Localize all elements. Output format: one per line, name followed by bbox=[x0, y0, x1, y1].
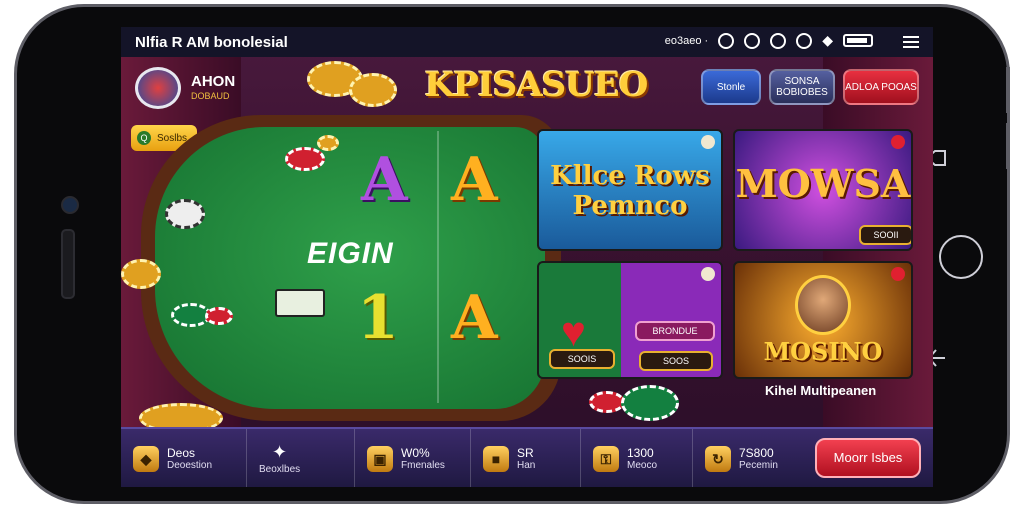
tile-4-title: MOSINO bbox=[763, 337, 883, 366]
bottom-item-3[interactable]: ■ SR Han bbox=[471, 429, 581, 487]
refresh-icon: ↻ bbox=[705, 446, 731, 472]
shop-button-label: Stonle bbox=[716, 81, 746, 93]
bag-icon: ▣ bbox=[367, 446, 393, 472]
status-title: Nlfia R AM bonolesial bbox=[135, 33, 288, 51]
game-tile-2[interactable]: MOWSA SOOII bbox=[733, 129, 913, 251]
tile-3-button-2[interactable]: SOOS bbox=[639, 351, 713, 371]
key-icon: ⚿ bbox=[593, 446, 619, 472]
speaker-grille bbox=[61, 229, 75, 299]
status-bar: Nlfia R AM bonolesial eo3aeo · ◆ bbox=[121, 27, 933, 57]
chip-gold bbox=[317, 135, 339, 151]
game-title: KPISASUEO bbox=[424, 65, 649, 105]
bottom-item-3-value: SR bbox=[517, 445, 534, 460]
lock-icon bbox=[796, 32, 813, 49]
chip-green-bottom bbox=[621, 385, 679, 421]
logo-text: AHON bbox=[191, 73, 236, 90]
tile-caption: Kihel Multipeanen bbox=[765, 383, 877, 398]
chip-stack-white bbox=[165, 199, 205, 229]
bottom-item-0[interactable]: ◆ Deos Deoestion bbox=[121, 429, 247, 487]
shield-icon bbox=[770, 32, 787, 49]
table-divider bbox=[437, 131, 439, 403]
home-nav-button[interactable] bbox=[939, 235, 983, 279]
bonus-button-label: SONSA BOBIOBES bbox=[776, 76, 828, 98]
game-screen: Nlfia R AM bonolesial eo3aeo · ◆ AHON DO… bbox=[121, 27, 933, 487]
box-icon: ■ bbox=[483, 446, 509, 472]
bottom-item-2-value: W0% bbox=[401, 445, 430, 460]
coin-icon: Q bbox=[137, 131, 151, 145]
tile-1-title: Kllce Rows Pemnco bbox=[550, 161, 710, 221]
bottom-item-2-sub: Fmenales bbox=[401, 460, 445, 472]
tile-3-sub: BRONDUE bbox=[635, 321, 715, 341]
tile-1-badge bbox=[701, 135, 715, 149]
status-text: eo3aeo · bbox=[664, 34, 709, 47]
table-label: EIGIN bbox=[307, 237, 394, 270]
chip-stack-gold bbox=[121, 259, 161, 289]
bottom-item-2[interactable]: ▣ W0% Fmenales bbox=[355, 429, 471, 487]
bottom-item-3-sub: Han bbox=[517, 460, 536, 472]
tile-3-badge bbox=[701, 267, 715, 281]
bottom-item-1-sub: Beoxlbes bbox=[259, 463, 301, 475]
logo-subtext: DOBAUD bbox=[191, 91, 230, 101]
wifi-icon bbox=[718, 32, 735, 49]
battery-icon bbox=[843, 34, 873, 47]
tile-2-title: MOWSA bbox=[735, 161, 911, 206]
status-icons: eo3aeo · ◆ bbox=[665, 32, 873, 49]
bottom-item-5-sub: Pecemin bbox=[739, 460, 778, 472]
power-button bbox=[1006, 123, 1010, 169]
table-card-one[interactable]: 1 bbox=[357, 283, 399, 353]
rewards-button-label: ADLOA POOAS bbox=[845, 81, 917, 93]
table-card-a-bottom[interactable]: A bbox=[451, 283, 498, 353]
logo-badge[interactable] bbox=[135, 67, 181, 109]
game-tile-3[interactable]: ♥ SOOIS BRONDUE SOOS bbox=[537, 261, 723, 379]
avatar bbox=[795, 275, 851, 335]
bottom-item-5[interactable]: ↻ 7S800 Pecemin bbox=[693, 429, 805, 487]
tile-3-button[interactable]: SOOIS bbox=[549, 349, 615, 369]
chip-red-small bbox=[205, 307, 233, 325]
front-camera bbox=[61, 196, 79, 214]
cta-button[interactable]: Moorr Isbes bbox=[815, 438, 921, 478]
balance-pill-label: Soslbs bbox=[157, 132, 188, 144]
diamond-icon: ◆ bbox=[133, 446, 159, 472]
bottom-item-0-sub: Deoestion bbox=[167, 460, 213, 472]
location-icon bbox=[744, 32, 761, 49]
table-card-a-gold[interactable]: A bbox=[451, 145, 498, 215]
bottom-item-0-value: Deos bbox=[167, 445, 196, 460]
tile-4-badge bbox=[891, 267, 905, 281]
bottom-item-5-value: 7S800 bbox=[739, 445, 774, 460]
shop-button[interactable]: Stonle bbox=[701, 69, 761, 105]
dice-icon: ◆ bbox=[822, 32, 833, 48]
bonus-button[interactable]: SONSA BOBIOBES bbox=[769, 69, 835, 105]
chip-red-bottom bbox=[589, 391, 625, 413]
tile-2-badge bbox=[891, 135, 905, 149]
small-card bbox=[275, 289, 325, 317]
chip-red bbox=[285, 147, 325, 171]
bottom-item-4-sub: Meoco bbox=[627, 460, 658, 472]
bottom-item-4-value: 1300 bbox=[627, 445, 654, 460]
heart-icon: ♥ bbox=[561, 308, 586, 355]
menu-icon[interactable] bbox=[903, 33, 919, 51]
bottom-item-1[interactable]: ✦ Beoxlbes bbox=[247, 429, 355, 487]
gift-icon: ✦ bbox=[272, 442, 288, 463]
game-tile-1[interactable]: Kllce Rows Pemnco bbox=[537, 129, 723, 251]
bottom-item-4[interactable]: ⚿ 1300 Meoco bbox=[581, 429, 693, 487]
rewards-button[interactable]: ADLOA POOAS bbox=[843, 69, 919, 105]
volume-button bbox=[1006, 67, 1010, 113]
table-card-a-purple[interactable]: A bbox=[361, 145, 408, 215]
phone-frame: Nlfia R AM bonolesial eo3aeo · ◆ AHON DO… bbox=[14, 4, 1010, 504]
bottom-bar: ◆ Deos Deoestion ✦ Beoxlbes ▣ W0% Fmenales… bbox=[121, 427, 933, 487]
chip-stack-top-2 bbox=[349, 73, 397, 107]
game-tile-4[interactable]: MOSINO bbox=[733, 261, 913, 379]
tile-2-button[interactable]: SOOII bbox=[859, 225, 911, 245]
